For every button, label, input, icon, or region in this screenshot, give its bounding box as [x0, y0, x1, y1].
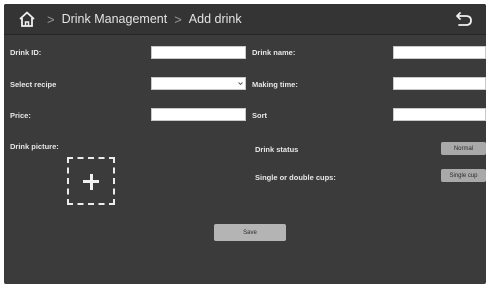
cup-type-label: Single or double cups: — [255, 173, 336, 182]
drink-status-button[interactable]: Normal — [441, 142, 486, 155]
drink-status-label: Drink status — [255, 145, 299, 154]
making-time-input[interactable] — [393, 77, 486, 90]
price-input[interactable] — [151, 108, 246, 121]
chevron-right-icon: > — [174, 11, 182, 27]
app-screen: > Drink Management > Add drink Drink ID:… — [4, 4, 486, 284]
breadcrumb-add-drink: Add drink — [188, 12, 242, 26]
select-recipe-dropdown[interactable] — [151, 77, 246, 90]
drink-name-label: Drink name: — [252, 48, 296, 57]
drink-id-label: Drink ID: — [10, 48, 42, 57]
cup-type-button[interactable]: Single cup — [441, 169, 486, 182]
price-label: Price: — [10, 111, 31, 120]
chevron-down-icon — [238, 82, 243, 86]
sort-label: Sort — [252, 111, 267, 120]
breadcrumb: > Drink Management > Add drink — [40, 4, 242, 34]
making-time-label: Making time: — [252, 80, 298, 89]
drink-name-input[interactable] — [393, 46, 486, 59]
chevron-right-icon: > — [47, 11, 55, 27]
drink-picture-upload[interactable] — [67, 157, 115, 205]
drink-picture-label: Drink picture: — [10, 142, 59, 151]
breadcrumb-drink-management[interactable]: Drink Management — [62, 12, 168, 26]
plus-icon-vertical — [89, 173, 93, 190]
select-recipe-label: Select recipe — [10, 80, 57, 89]
save-button[interactable]: Save — [214, 224, 286, 241]
sort-input[interactable] — [393, 108, 486, 121]
home-icon[interactable] — [18, 10, 36, 28]
drink-id-input[interactable] — [151, 46, 246, 59]
top-bar: > Drink Management > Add drink — [4, 4, 486, 35]
back-arrow-icon[interactable] — [454, 10, 474, 28]
